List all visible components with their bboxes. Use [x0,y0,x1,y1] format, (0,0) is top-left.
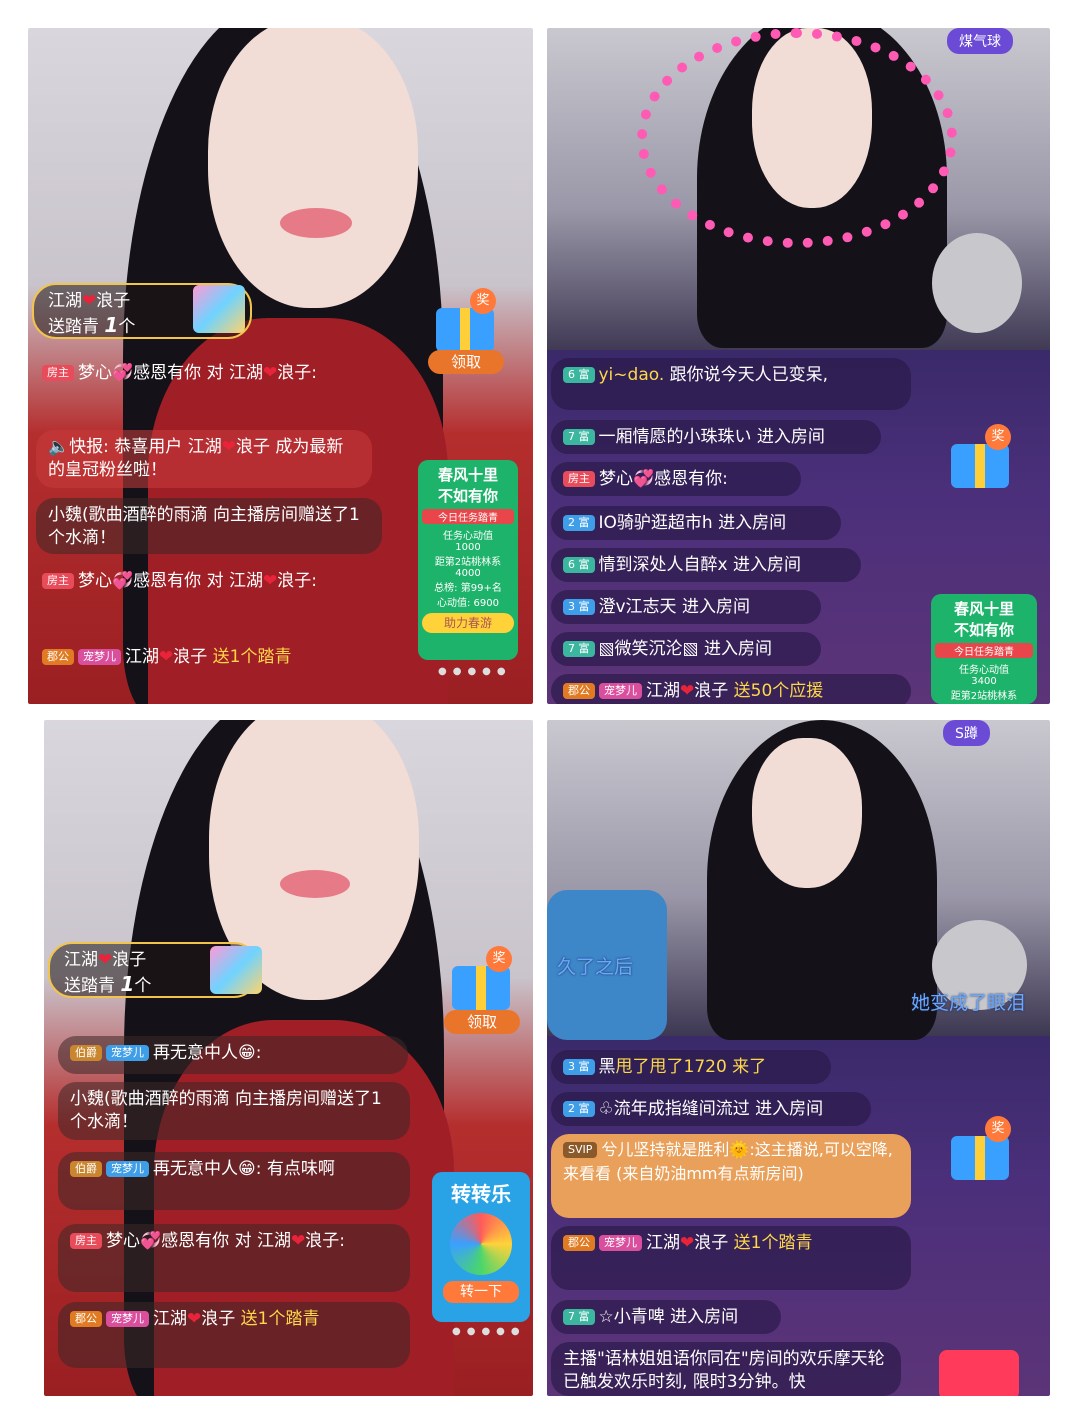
gift-thumbnail [193,285,245,333]
giftbox-icon[interactable]: 奖 [446,946,516,1018]
chat-message: 7 富一厢情愿的小珠珠い 进入房间 [551,420,881,454]
gift-message: 郡公 宠梦儿 江湖❤浪子 送50个应援 [551,674,911,704]
lyric-overlay-right: 她变成了眼泪 [911,992,1026,1014]
reward-badge: 奖 [985,424,1011,450]
live-stream-screen-1: 江湖❤浪子 送踏青 1个 奖 领取 房主 梦心💞感恩有你 对 江湖❤浪子: 🔈快报… [28,28,533,704]
live-stream-screen-3: 江湖❤浪子 送踏青 1个 奖 领取 伯爵 宠梦儿 再无意中人😁: 小魏(歌曲酒醉的雨… [44,720,533,1396]
spring-event-widget[interactable]: 春风十里 不如有你 今日任务踏青 任务心动值 3400 距第2站桃林系 [931,594,1037,704]
gift-message: 郡公 宠梦儿 江湖❤浪子 送1个踏青 [42,646,402,669]
page-indicator: ●●●●● [438,666,512,677]
chat-message: 6 富 yi~dao. 跟你说今天人已变呆, [551,358,911,410]
speaker-icon: 🔈 [48,437,70,457]
chat-message: 7 富 ☆小青啤 进入房间 [551,1300,781,1334]
reward-badge: 奖 [985,1116,1011,1142]
live-stream-screen-2: 煤气球 6 富 yi~dao. 跟你说今天人已变呆, 7 富一厢情愿的小珠珠い 进… [547,28,1050,704]
svip-message: SVIP 兮儿坚持就是胜利🌞:这主播说,可以空降,来看看 (来自奶油mm有点新房间… [551,1134,911,1218]
chat-message: 6 富情到深处人自醉x 进入房间 [551,548,861,582]
streamer-lips [280,208,352,238]
giftbox-icon[interactable]: 奖 [945,1116,1015,1188]
gift-message: 小魏(歌曲酒醉的雨滴 向主播房间赠送了1个水滴！ [36,498,382,554]
gift-thumbnail [210,946,262,994]
gift-message: 郡公 宠梦儿 江湖❤浪子 送1个踏青 [551,1226,911,1290]
streamer-face [208,28,418,308]
live-stream-screen-4: S蹲 久了之后 她变成了眼泪 3 富黑甩了甩了1720 来了 2 富 ♧流年成指缝… [547,720,1050,1396]
streamer-face [752,738,862,888]
lucky-wheel-widget[interactable]: 转转乐 转一下 [432,1172,530,1322]
lyric-overlay-left: 久了之后 [557,956,634,978]
page-indicator: ●●●●● [452,1326,526,1337]
chat-message: 2 富 IO骑驴逛超市h 进入房间 [551,506,841,540]
giftbox-icon[interactable]: 奖 [945,424,1015,496]
microphone [932,233,1022,333]
streamer-lips [280,870,350,898]
claim-button[interactable]: 领取 [444,1010,520,1034]
chat-message: 伯爵 宠梦儿 再无意中人😁: [58,1036,408,1074]
chat-message: 3 富黑甩了甩了1720 来了 [551,1050,831,1084]
gift-message: 郡公 宠梦儿 江湖❤浪子 送1个踏青 [58,1302,410,1368]
announcement-message: 🔈快报: 恭喜用户 江湖❤浪子 成为最新的皇冠粉丝啦！ [36,430,372,488]
reward-badge: 奖 [470,288,496,314]
chat-message: 3 富澄v江志天 进入房间 [551,590,821,624]
claim-button[interactable]: 领取 [428,350,504,374]
system-message: 主播"语林姐姐语你同在"房间的欢乐摩天轮已触发欢乐时刻, 限时3分钟。快 [551,1342,901,1396]
boost-button[interactable]: 助力春游 [422,613,514,633]
top-badge[interactable]: S蹲 [943,720,990,746]
heart-frame-effect [637,28,957,248]
chat-message: 2 富 ♧流年成指缝间流过 进入房间 [551,1092,871,1126]
spin-button[interactable]: 转一下 [443,1281,519,1303]
reward-badge: 奖 [486,946,512,972]
chat-message: 伯爵 宠梦儿 再无意中人😁: 有点味啊 [58,1152,410,1210]
chat-message: 房主 梦心💞感恩有你: [551,462,801,496]
top-badge[interactable]: 煤气球 [947,28,1013,54]
wheel-icon [450,1213,512,1275]
spring-event-widget[interactable]: 春风十里 不如有你 今日任务踏青 任务心动值 1000 距第2站桃林系 4000… [418,460,518,660]
chat-message: 房主 梦心💞感恩有你 对 江湖❤浪子: [42,362,392,385]
chat-message: 房主 梦心💞感恩有你 对 江湖❤浪子: [58,1224,410,1292]
gift-message: 小魏(歌曲酒醉的雨滴 向主播房间赠送了1个水滴！ [58,1082,410,1140]
chat-message: 7 富 ▧微笑沉沦▧ 进入房间 [551,632,821,666]
chat-message: 房主 梦心💞感恩有你 对 江湖❤浪子: [42,570,392,593]
gift-icon[interactable] [939,1350,1019,1396]
